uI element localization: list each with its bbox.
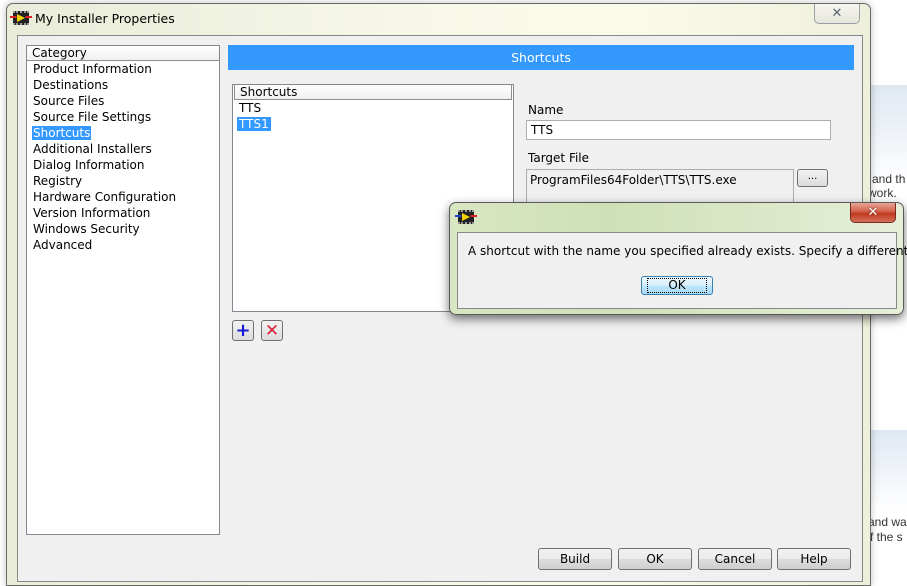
error-message-dialog: ✕ A shortcut with the name you specified… xyxy=(449,202,907,315)
category-item[interactable]: Windows Security xyxy=(27,221,219,237)
category-item[interactable]: Hardware Configuration xyxy=(27,189,219,205)
category-item-label: Destinations xyxy=(33,78,109,92)
dialog-client-area: A shortcut with the name you specified a… xyxy=(457,232,907,309)
name-input[interactable]: TTS xyxy=(526,120,831,140)
category-item[interactable]: Dialog Information xyxy=(27,157,219,173)
category-item-label: Advanced xyxy=(33,238,93,252)
window-title: My Installer Properties xyxy=(35,11,175,26)
category-item[interactable]: Source File Settings xyxy=(27,109,219,125)
category-item[interactable]: Product Information xyxy=(27,61,219,77)
browse-button[interactable]: ... xyxy=(797,169,828,187)
build-button[interactable]: Build xyxy=(538,548,612,570)
shortcut-item[interactable]: TTS1 xyxy=(233,116,513,132)
remove-shortcut-button[interactable]: ✕ xyxy=(261,320,283,341)
background-text: work. xyxy=(868,186,897,200)
shortcuts-list-header: Shortcuts xyxy=(234,85,512,100)
name-label: Name xyxy=(528,103,564,117)
delete-x-icon: ✕ xyxy=(264,320,280,341)
plus-icon: + xyxy=(235,320,251,341)
ok-button[interactable]: OK xyxy=(618,548,692,570)
category-item[interactable]: Destinations xyxy=(27,77,219,93)
dialog-ok-label: OK xyxy=(647,278,707,293)
labview-app-icon xyxy=(455,210,477,224)
add-shortcut-button[interactable]: + xyxy=(232,320,254,341)
shortcut-item-label: TTS1 xyxy=(237,117,271,131)
background-text: and wa xyxy=(868,515,907,529)
category-item[interactable]: Source Files xyxy=(27,93,219,109)
background-text: f the s xyxy=(870,530,903,544)
category-item-label: Hardware Configuration xyxy=(33,190,177,204)
category-item-label: Product Information xyxy=(33,62,152,76)
category-item-label: Source File Settings xyxy=(33,110,152,124)
cancel-button[interactable]: Cancel xyxy=(698,548,772,570)
window-close-button[interactable]: ✕ xyxy=(814,4,860,24)
background-text: and th xyxy=(872,172,906,186)
category-item-label: Additional Installers xyxy=(33,142,152,156)
category-item[interactable]: Advanced xyxy=(27,237,219,253)
dialog-close-button[interactable]: ✕ xyxy=(850,203,896,223)
help-button[interactable]: Help xyxy=(777,548,851,570)
category-item[interactable]: Additional Installers xyxy=(27,141,219,157)
category-list[interactable]: Category Product Information Destinations… xyxy=(26,45,220,535)
category-item-label: Windows Security xyxy=(33,222,140,236)
section-header: Shortcuts xyxy=(228,45,854,70)
category-list-header: Category xyxy=(27,46,219,61)
target-file-label: Target File xyxy=(528,151,590,165)
category-item-label: Dialog Information xyxy=(33,158,145,172)
close-icon: ✕ xyxy=(867,205,879,220)
shortcut-item-label: TTS xyxy=(239,101,262,115)
category-item-label: Registry xyxy=(33,174,83,188)
labview-app-icon xyxy=(10,11,32,25)
dialog-message: A shortcut with the name you specified a… xyxy=(468,244,907,258)
shortcut-item[interactable]: TTS xyxy=(233,100,513,116)
category-item-label: Shortcuts xyxy=(32,126,92,140)
target-file-value: ProgramFiles64Folder\TTS\TTS.exe xyxy=(530,173,737,187)
category-item[interactable]: Shortcuts xyxy=(27,125,219,141)
category-item-label: Version Information xyxy=(33,206,151,220)
category-item[interactable]: Version Information xyxy=(27,205,219,221)
title-bar[interactable]: My Installer Properties ✕ xyxy=(7,4,870,36)
category-item[interactable]: Registry xyxy=(27,173,219,189)
category-item-label: Source Files xyxy=(33,94,105,108)
dialog-ok-button[interactable]: OK xyxy=(641,276,713,295)
close-icon: ✕ xyxy=(831,6,843,21)
